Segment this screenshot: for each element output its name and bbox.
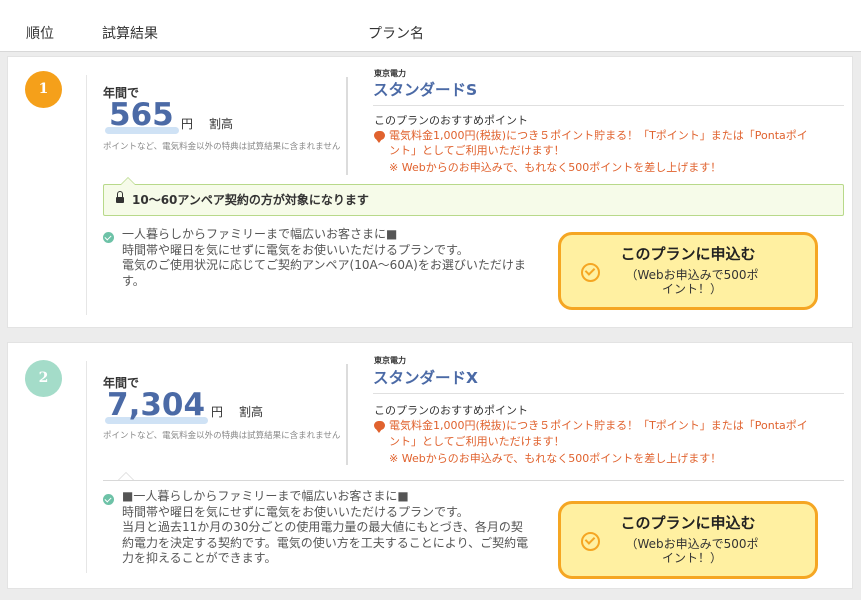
speech-bubble-icon (374, 131, 385, 143)
description-line: 一人暮らしからファミリーまで幅広いお客さまに■ (122, 227, 398, 241)
plan-card-1: 1 年間で 565 円 割高 ポイントなど、電気料金以外の特典は試算結果に含まれ… (7, 56, 853, 328)
apply-button-subtitle: （Webお申込みで500ポイント！） (625, 268, 759, 296)
ampere-notice-text: 10～60アンペア契約の方が対象になります (132, 193, 369, 207)
recommend-point-line1: 電気料金1,000円(税抜)につき５ポイント貯まる！「Tポイント」または「Pon… (389, 419, 808, 432)
plan-name-divider (373, 105, 844, 106)
web-bonus-note: ※ Webからのお申込みで、もれなく500ポイントを差し上げます！ (389, 161, 722, 174)
plan-description: ■一人暮らしからファミリーまで幅広いお客さまに■ 時間帯や曜日を気にせずに電気を… (122, 489, 562, 567)
rank-badge: 2 (25, 360, 62, 397)
description-line: 時間帯や曜日を気にせずに電気をお使いいただけるプランです。 (122, 242, 469, 257)
apply-plan-button[interactable]: このプランに申込む （Webお申込みで500ポイント！） (558, 232, 818, 310)
column-divider (346, 364, 348, 465)
points-note: ポイントなど、電気料金以外の特典は試算結果に含まれません (103, 431, 341, 441)
section-divider (103, 480, 844, 481)
points-note: ポイントなど、電気料金以外の特典は試算結果に含まれません (103, 142, 341, 152)
description-line: 時間帯や曜日を気にせずに電気をお使いいただけるプランです。 (122, 504, 469, 519)
web-bonus-note: ※ Webからのお申込みで、もれなく500ポイントを差し上げます！ (389, 452, 722, 465)
recommend-point-line2: ント」としてご利用いただけます！ (389, 144, 565, 157)
check-icon (103, 232, 114, 243)
description-line: 約電力を決定する契約です。電気の使い方を工夫することにより、ご契約電 (122, 535, 529, 550)
plan-name-link[interactable]: スタンダードX (373, 366, 478, 388)
rank-column-header: 順位 (26, 26, 54, 42)
price-difference-amount: 7,304 (107, 387, 206, 423)
yen-unit: 円 (181, 117, 194, 131)
lock-icon (116, 191, 124, 203)
recommend-point-line1: 電気料金1,000円(税抜)につき５ポイント貯まる！「Tポイント」または「Pon… (389, 129, 808, 142)
plan-name-link[interactable]: スタンダードS (373, 78, 477, 100)
price-direction: 割高 (239, 405, 264, 419)
recommend-point-line2: ント」としてご利用いただけます！ (389, 435, 565, 448)
notice-pointer (120, 177, 136, 185)
apply-button-title: このプランに申込む (620, 245, 756, 263)
plan-column-header: プラン名 (368, 26, 424, 42)
price-difference-amount: 565 (109, 97, 174, 133)
rank-badge: 1 (25, 71, 62, 108)
recommend-label: このプランのおすすめポイント (374, 114, 528, 127)
plan-description: 一人暮らしからファミリーまで幅広いお客さまに■ 時間帯や曜日を気にせずに電気をお… (122, 227, 562, 289)
apply-plan-button[interactable]: このプランに申込む （Webお申込みで500ポイント！） (558, 501, 818, 579)
section-pointer (118, 472, 134, 480)
speech-bubble-icon (374, 421, 385, 433)
result-column (86, 361, 87, 573)
apply-button-title: このプランに申込む (620, 514, 756, 532)
description-line: 当月と過去11か月の30分ごとの使用電力量の最大値にもとづき、各月の契 (122, 520, 523, 534)
description-line: 力を抑えることができます。 (122, 551, 277, 565)
result-column (86, 75, 87, 315)
ampere-notice: 10～60アンペア契約の方が対象になります (103, 177, 844, 216)
column-divider (346, 77, 348, 175)
yen-unit: 円 (211, 405, 224, 419)
result-column-header: 試算結果 (102, 26, 158, 42)
apply-button-subtitle: （Webお申込みで500ポイント！） (625, 537, 759, 565)
description-line: 電気のご使用状況に応じてご契約アンペア(10A～60A)をお選びいただけま (122, 258, 526, 272)
provider-name: 東京電力 (374, 356, 406, 365)
description-line: す。 (122, 273, 145, 288)
recommend-label: このプランのおすすめポイント (374, 404, 528, 417)
results-header: 順位 試算結果 プラン名 (0, 0, 861, 52)
description-line: ■一人暮らしからファミリーまで幅広いお客さまに■ (122, 489, 409, 503)
plan-name-divider (373, 393, 844, 394)
plan-card-2: 2 年間で 7,304 円 割高 ポイントなど、電気料金以外の特典は試算結果に含… (7, 342, 853, 589)
check-icon (103, 494, 114, 505)
price-direction: 割高 (209, 117, 234, 131)
